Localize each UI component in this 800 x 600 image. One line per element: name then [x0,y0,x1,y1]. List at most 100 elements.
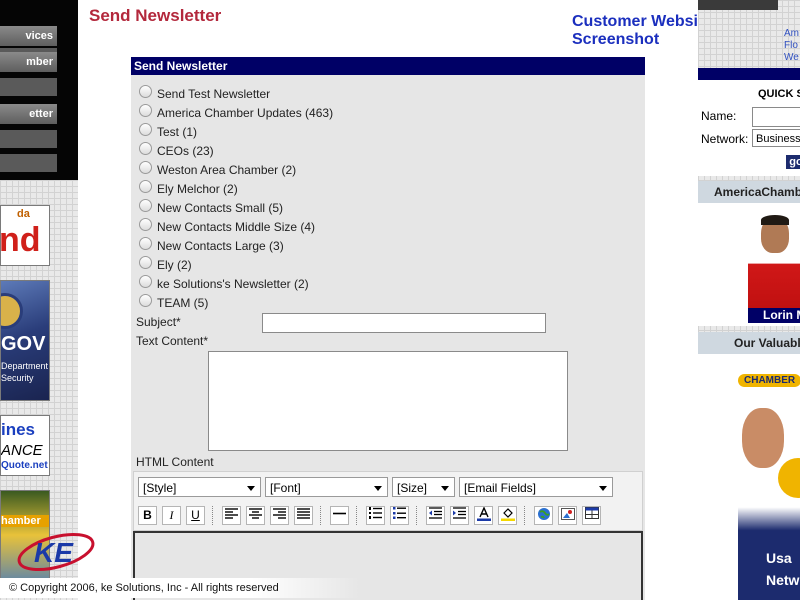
subject-input[interactable] [262,313,546,333]
radio-button[interactable] [139,161,152,175]
chamber-badge: CHAMBER [738,374,800,387]
font-color-button[interactable] [474,506,493,525]
ad-text: Department [1,361,49,371]
bulleted-list-icon [393,507,406,519]
left-nav: vices mber etter [0,0,78,180]
ke-logo: KE [17,532,95,572]
right-link[interactable]: We [784,52,799,63]
newsletter-list-option[interactable]: CEOs (23) [139,142,214,159]
newsletter-list-option[interactable]: New Contacts Small (5) [139,199,283,216]
right-link[interactable]: Am [784,28,799,39]
numbered-list-button[interactable] [366,506,385,525]
toolbar-separator [356,506,360,525]
quick-search-bar [698,68,800,80]
profile-photo [748,207,800,309]
hair-shape [761,215,789,225]
html-content-label: HTML Content [136,455,214,469]
network-select[interactable]: Business [752,129,800,147]
font-color-icon [476,506,491,521]
insert-table-button[interactable] [582,506,601,525]
email-fields-select[interactable]: [Email Fields] [459,477,613,497]
valuable-box: Our Valuabl CHAMBER Usa Netw [698,332,800,600]
radio-button[interactable] [139,218,152,232]
valuable-ad[interactable]: CHAMBER Usa Netw [738,368,800,600]
ad-text: da [17,208,30,220]
profile-box: AmericaChamb Lorin M [698,181,800,326]
italic-button[interactable]: I [162,506,181,525]
nav-item-label: etter [29,108,53,120]
style-select[interactable]: [Style] [138,477,261,497]
nav-divider [0,78,57,96]
newsletter-list-option[interactable]: Send Test Newsletter [139,85,271,102]
outdent-icon [429,507,442,519]
top-links: Ch Am Flo We [698,28,800,64]
nav-item-newsletter[interactable]: etter [0,104,57,124]
radio-button[interactable] [139,256,152,270]
newsletter-list-option[interactable]: New Contacts Middle Size (4) [139,218,315,235]
toolbar-separator [416,506,420,525]
ad-text: ines [1,420,36,439]
highlight-color-button[interactable] [498,506,517,525]
nav-divider [0,130,57,148]
radio-button[interactable] [139,199,152,213]
list-option-label: TEAM (5) [157,296,209,310]
radio-button[interactable] [139,237,152,251]
insert-image-button[interactable] [558,506,577,525]
list-option-label: America Chamber Updates (463) [157,106,334,120]
underline-button[interactable]: U [186,506,205,525]
list-option-label: Weston Area Chamber (2) [157,163,297,177]
align-center-button[interactable] [246,506,265,525]
ad-text: Quote.net [1,460,48,471]
chevron-down-icon [247,486,255,491]
newsletter-list-option[interactable]: TEAM (5) [139,294,209,311]
justify-button[interactable] [294,506,313,525]
go-button[interactable]: go [786,155,800,169]
radio-button[interactable] [139,104,152,118]
list-option-label: Send Test Newsletter [157,87,271,101]
align-right-button[interactable] [270,506,289,525]
quick-search-title: QUICK S [758,88,800,100]
ad-banner-1[interactable]: da nd [0,205,50,266]
radio-button[interactable] [139,142,152,156]
list-option-label: CEOs (23) [157,144,214,158]
profile-caption: Lorin M [748,308,800,323]
ad-text: GOV [1,333,46,355]
right-sidebar: Ch Am Flo We QUICK S Name: Network: Busi… [698,0,800,600]
top-thumbnail [698,0,778,10]
radio-button[interactable] [139,180,152,194]
toolbar-separator [320,506,324,525]
newsletter-list-option[interactable]: Weston Area Chamber (2) [139,161,297,178]
bold-button[interactable]: B [138,506,157,525]
newsletter-list-option[interactable]: Ely Melchor (2) [139,180,238,197]
font-select[interactable]: [Font] [265,477,388,497]
radio-button[interactable] [139,275,152,289]
radio-button[interactable] [139,294,152,308]
newsletter-list-option[interactable]: America Chamber Updates (463) [139,104,334,121]
align-left-button[interactable] [222,506,241,525]
style-select-value: [Style] [143,481,177,495]
justify-icon [297,508,310,519]
insert-link-button[interactable] [534,506,553,525]
html-editor-toolbar: [Style] [Font] [Size] [Email Fields] B I… [133,471,643,531]
image-icon [560,508,575,520]
text-content-textarea[interactable] [208,351,568,451]
horizontal-rule-button[interactable] [330,506,349,525]
newsletter-list-option[interactable]: New Contacts Large (3) [139,237,284,254]
radio-button[interactable] [139,85,152,99]
chevron-down-icon [374,486,382,491]
nav-item-services[interactable]: vices [0,26,57,46]
indent-button[interactable] [450,506,469,525]
name-input[interactable] [752,107,800,127]
newsletter-list-option[interactable]: Test (1) [139,123,197,140]
ad-banner-gov[interactable]: GOV Department Security [0,280,50,401]
radio-button[interactable] [139,123,152,137]
nav-item-member[interactable]: mber [0,52,57,72]
right-link[interactable]: Flo [784,40,798,51]
outdent-button[interactable] [426,506,445,525]
ad-banner-insurance[interactable]: ines ANCE Quote.net [0,415,50,476]
newsletter-list-option[interactable]: ke Solutions's Newsletter (2) [139,275,309,292]
bulleted-list-button[interactable] [390,506,409,525]
newsletter-list-option[interactable]: Ely (2) [139,256,192,273]
size-select[interactable]: [Size] [392,477,455,497]
network-label: Network: [701,132,749,146]
